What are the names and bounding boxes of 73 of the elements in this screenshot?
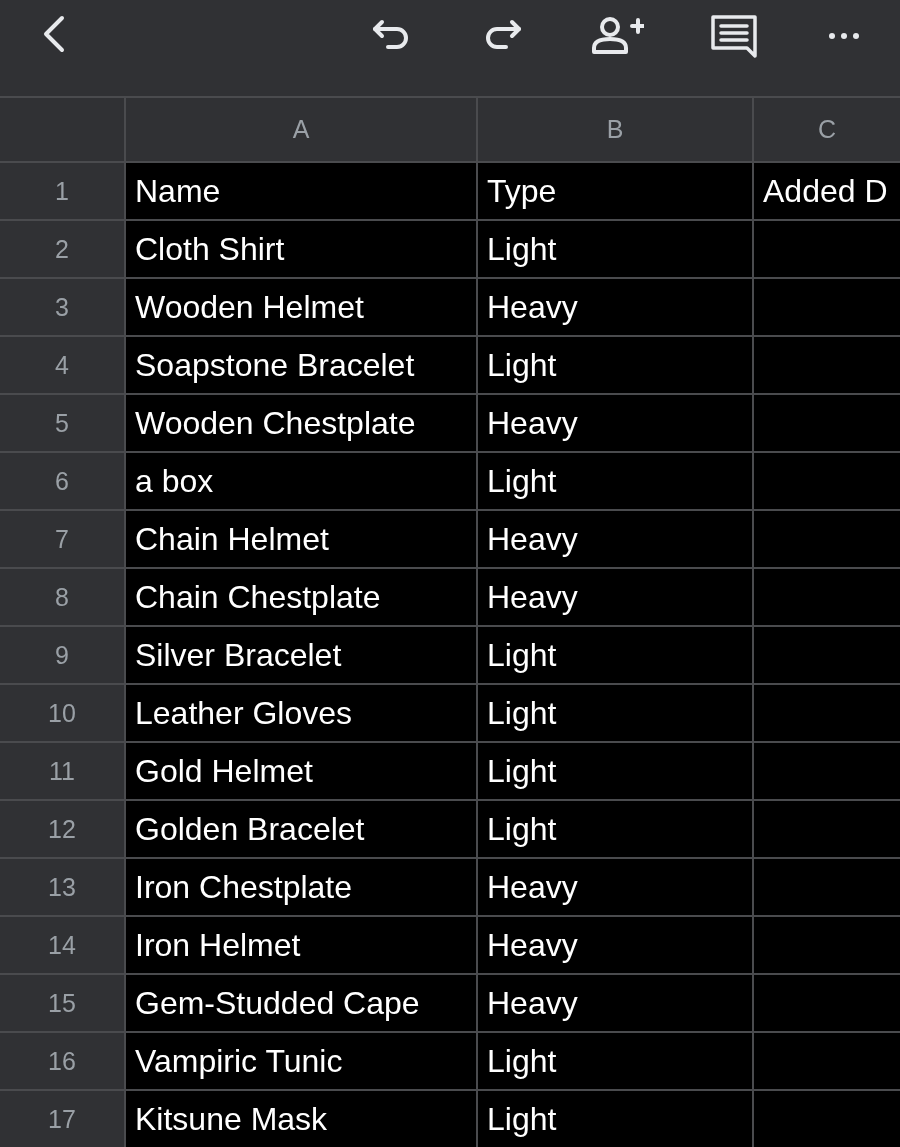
row-header[interactable]: 5 (0, 395, 124, 451)
empty-cell[interactable] (754, 221, 900, 277)
row-header[interactable]: 10 (0, 685, 124, 741)
empty-cell[interactable] (754, 1091, 900, 1147)
empty-cell[interactable] (754, 743, 900, 799)
table-cell[interactable]: Iron Helmet (126, 917, 476, 973)
comment-icon[interactable] (710, 14, 758, 58)
empty-cell[interactable] (754, 917, 900, 973)
column-header[interactable]: A (126, 98, 476, 161)
table-cell[interactable]: Chain Chestplate (126, 569, 476, 625)
table-cell[interactable]: Heavy (478, 975, 752, 1031)
table-cell[interactable]: Light (478, 1033, 752, 1089)
empty-cell[interactable] (754, 453, 900, 509)
table-cell[interactable]: Heavy (478, 569, 752, 625)
empty-cell[interactable] (754, 1033, 900, 1089)
empty-cell[interactable] (754, 511, 900, 567)
table-cell[interactable]: Iron Chestplate (126, 859, 476, 915)
table-cell[interactable]: Heavy (478, 395, 752, 451)
row-header[interactable]: 16 (0, 1033, 124, 1089)
row-header[interactable]: 11 (0, 743, 124, 799)
table-cell[interactable]: Light (478, 1091, 752, 1147)
table-cell[interactable]: Added D (754, 163, 900, 219)
row-header[interactable]: 9 (0, 627, 124, 683)
column-header[interactable]: B (478, 98, 752, 161)
table-cell[interactable]: Heavy (478, 917, 752, 973)
empty-cell[interactable] (754, 279, 900, 335)
table-cell[interactable]: Light (478, 743, 752, 799)
empty-cell[interactable] (754, 395, 900, 451)
table-cell[interactable]: Soapstone Bracelet (126, 337, 476, 393)
table-cell[interactable]: Heavy (478, 859, 752, 915)
table-cell[interactable]: Vampiric Tunic (126, 1033, 476, 1089)
table-cell[interactable]: Type (478, 163, 752, 219)
empty-cell[interactable] (754, 569, 900, 625)
empty-cell[interactable] (754, 801, 900, 857)
table-cell[interactable]: Light (478, 801, 752, 857)
table-cell[interactable]: Light (478, 685, 752, 741)
table-cell[interactable]: Leather Gloves (126, 685, 476, 741)
row-header[interactable]: 14 (0, 917, 124, 973)
table-cell[interactable]: Light (478, 337, 752, 393)
table-cell[interactable]: Heavy (478, 511, 752, 567)
row-header[interactable]: 3 (0, 279, 124, 335)
corner-cell[interactable] (0, 98, 124, 161)
table-cell[interactable]: Silver Bracelet (126, 627, 476, 683)
row-header[interactable]: 17 (0, 1091, 124, 1147)
empty-cell[interactable] (754, 859, 900, 915)
column-header[interactable]: C (754, 98, 900, 161)
row-header[interactable]: 12 (0, 801, 124, 857)
row-header[interactable]: 13 (0, 859, 124, 915)
table-cell[interactable]: Gem-Studded Cape (126, 975, 476, 1031)
row-header[interactable]: 8 (0, 569, 124, 625)
row-header[interactable]: 15 (0, 975, 124, 1031)
table-cell[interactable]: a box (126, 453, 476, 509)
table-cell[interactable]: Cloth Shirt (126, 221, 476, 277)
row-header[interactable]: 6 (0, 453, 124, 509)
table-cell[interactable]: Light (478, 627, 752, 683)
empty-cell[interactable] (754, 337, 900, 393)
table-cell[interactable]: Kitsune Mask (126, 1091, 476, 1147)
empty-cell[interactable] (754, 975, 900, 1031)
table-cell[interactable]: Gold Helmet (126, 743, 476, 799)
row-header[interactable]: 2 (0, 221, 124, 277)
table-cell[interactable]: Golden Bracelet (126, 801, 476, 857)
table-cell[interactable]: Light (478, 453, 752, 509)
table-cell[interactable]: Light (478, 221, 752, 277)
table-cell[interactable]: Wooden Chestplate (126, 395, 476, 451)
row-header[interactable]: 4 (0, 337, 124, 393)
row-header[interactable]: 7 (0, 511, 124, 567)
table-cell[interactable]: Wooden Helmet (126, 279, 476, 335)
empty-cell[interactable] (754, 685, 900, 741)
row-header[interactable]: 1 (0, 163, 124, 219)
empty-cell[interactable] (754, 627, 900, 683)
table-cell[interactable]: Name (126, 163, 476, 219)
table-cell[interactable]: Heavy (478, 279, 752, 335)
table-cell[interactable]: Chain Helmet (126, 511, 476, 567)
